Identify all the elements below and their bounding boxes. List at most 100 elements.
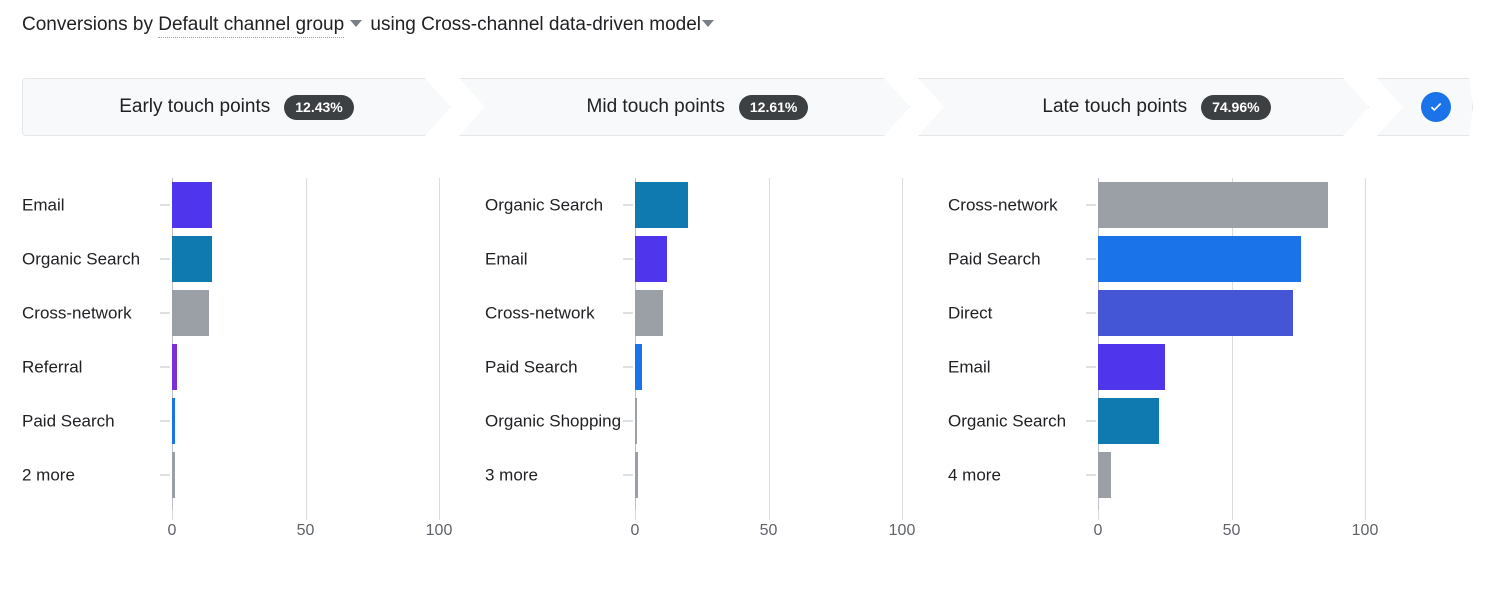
category-tick-dash — [160, 312, 170, 314]
bar[interactable] — [635, 182, 689, 228]
bar[interactable] — [635, 344, 642, 390]
chart-row[interactable]: Paid Search — [0, 394, 470, 448]
step-label: Late touch points — [1042, 96, 1188, 117]
category-tick-dash — [623, 474, 633, 476]
category-tick-dash — [1086, 312, 1096, 314]
chart-title-row: Conversions by Default channel group usi… — [22, 12, 715, 38]
category-tick-dash — [623, 420, 633, 422]
title-middle: using — [365, 14, 422, 35]
chart-row[interactable]: Cross-network — [926, 178, 1396, 232]
category-label: Email — [22, 195, 65, 215]
category-tick-dash — [1086, 420, 1096, 422]
chart-row[interactable]: Email — [463, 232, 933, 286]
step-conversion[interactable] — [1377, 78, 1473, 136]
check-circle-icon — [1421, 92, 1451, 122]
bar[interactable] — [635, 236, 668, 282]
category-label: Cross-network — [22, 303, 132, 323]
chart-row[interactable]: 4 more — [926, 448, 1396, 502]
category-label: Organic Search — [22, 249, 141, 269]
bar[interactable] — [172, 236, 213, 282]
chart-row[interactable]: Email — [0, 178, 470, 232]
chart-row[interactable]: Organic Search — [0, 232, 470, 286]
bar-chart-mid: 0 50 100 Organic Search Email Cross-network Pa… — [463, 170, 933, 580]
bar[interactable] — [172, 344, 178, 390]
title-prefix: Conversions by — [22, 14, 159, 35]
category-label: Cross-network — [485, 303, 595, 323]
category-label: 3 more — [485, 465, 538, 485]
step-late-touch-points[interactable]: Late touch points 74.96% — [918, 78, 1369, 136]
axis-tick-mark — [439, 510, 440, 520]
bar[interactable] — [1098, 236, 1301, 282]
bar[interactable] — [1098, 452, 1112, 498]
touch-point-steps: Early touch points 12.43% Mid touch poin… — [22, 78, 1481, 136]
category-tick-dash — [160, 258, 170, 260]
bar[interactable] — [635, 398, 637, 444]
step-percentage-badge: 74.96% — [1201, 95, 1270, 120]
bar[interactable] — [635, 290, 664, 336]
chart-row[interactable]: 2 more — [0, 448, 470, 502]
category-tick-dash — [160, 204, 170, 206]
chart-row[interactable]: Cross-network — [0, 286, 470, 340]
axis-tick-label: 0 — [167, 522, 177, 539]
chart-row[interactable]: Organic Shopping — [463, 394, 933, 448]
chart-row[interactable]: Cross-network — [463, 286, 933, 340]
step-early-touch-points[interactable]: Early touch points 12.43% — [22, 78, 451, 136]
bar[interactable] — [1098, 182, 1328, 228]
category-label: Paid Search — [22, 411, 115, 431]
chart-row[interactable]: Email — [926, 340, 1396, 394]
category-label: Referral — [22, 357, 83, 377]
category-label: Email — [948, 357, 991, 377]
axis-tick-label: 50 — [296, 522, 315, 539]
charts-container: 0 50 100 Email Organic Search Cross-network Re… — [0, 170, 1503, 580]
chevron-down-icon[interactable] — [350, 20, 363, 27]
category-tick-dash — [623, 366, 633, 368]
category-label: 4 more — [948, 465, 1001, 485]
bar[interactable] — [172, 398, 175, 444]
axis-tick-label: 100 — [1351, 522, 1379, 539]
step-label: Early touch points — [119, 96, 271, 117]
chart-panel-early: 0 50 100 Email Organic Search Cross-network Re… — [0, 170, 470, 580]
dimension-selector-link[interactable]: Default channel group — [158, 14, 345, 38]
model-selector-link[interactable]: Cross-channel data-driven model — [421, 14, 701, 35]
category-tick-dash — [160, 474, 170, 476]
category-tick-dash — [1086, 204, 1096, 206]
step-label: Mid touch points — [586, 96, 725, 117]
bar[interactable] — [635, 452, 638, 498]
category-label: Organic Search — [948, 411, 1067, 431]
axis-tick-mark — [1098, 510, 1099, 520]
category-label: Organic Search — [485, 195, 604, 215]
bar[interactable] — [172, 182, 213, 228]
category-label: Paid Search — [948, 249, 1041, 269]
chart-panel-late: 0 50 100 Cross-network Paid Search Direct Emai… — [926, 170, 1396, 580]
category-tick-dash — [623, 204, 633, 206]
category-tick-dash — [1086, 258, 1096, 260]
chart-row[interactable]: Organic Search — [926, 394, 1396, 448]
chevron-down-icon[interactable] — [702, 20, 715, 27]
step-percentage-badge: 12.61% — [739, 95, 808, 120]
axis-tick-mark — [902, 510, 903, 520]
chart-row[interactable]: Direct — [926, 286, 1396, 340]
bar-chart-late: 0 50 100 Cross-network Paid Search Direct Emai… — [926, 170, 1396, 580]
axis-tick-label: 50 — [759, 522, 778, 539]
chart-row[interactable]: Paid Search — [463, 340, 933, 394]
axis-tick-mark — [305, 510, 307, 520]
axis-tick-label: 100 — [888, 522, 916, 539]
axis-tick-mark — [1365, 510, 1366, 520]
axis-tick-label: 100 — [425, 522, 453, 539]
bar[interactable] — [1098, 398, 1160, 444]
axis-tick-label: 0 — [1093, 522, 1103, 539]
bar[interactable] — [172, 290, 210, 336]
chart-row[interactable]: Paid Search — [926, 232, 1396, 286]
bar-chart-early: 0 50 100 Email Organic Search Cross-network Re… — [0, 170, 470, 580]
chart-row[interactable]: 3 more — [463, 448, 933, 502]
step-percentage-badge: 12.43% — [284, 95, 353, 120]
chart-row[interactable]: Referral — [0, 340, 470, 394]
category-label: Organic Shopping — [485, 411, 622, 431]
bar[interactable] — [1098, 290, 1293, 336]
category-tick-dash — [160, 420, 170, 422]
bar[interactable] — [172, 452, 175, 498]
chart-row[interactable]: Organic Search — [463, 178, 933, 232]
step-mid-touch-points[interactable]: Mid touch points 12.61% — [459, 78, 910, 136]
bar[interactable] — [1098, 344, 1165, 390]
category-tick-dash — [623, 312, 633, 314]
